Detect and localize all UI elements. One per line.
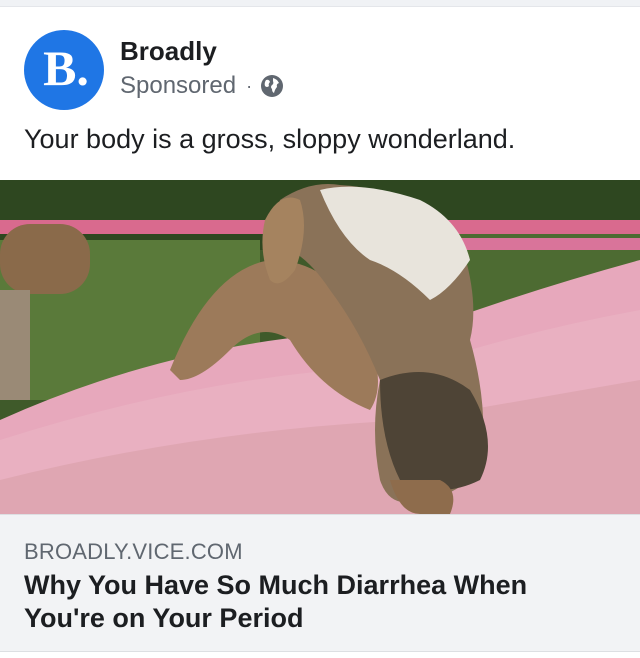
globe-icon [260, 74, 284, 98]
avatar[interactable]: B. [24, 30, 104, 110]
page-name[interactable]: Broadly [120, 36, 217, 67]
link-preview[interactable]: BROADLY.VICE.COM Why You Have So Much Di… [0, 514, 640, 652]
avatar-letter: B. [43, 40, 89, 96]
post-meta: Sponsored · [120, 72, 284, 100]
sponsored-label[interactable]: Sponsored [120, 72, 236, 100]
link-domain: BROADLY.VICE.COM [24, 539, 243, 564]
link-preview-image[interactable] [0, 180, 640, 514]
meta-separator: · [246, 75, 253, 96]
feed-divider [0, 0, 640, 7]
post-caption: Your body is a gross, sloppy wonderland. [24, 124, 516, 154]
link-headline[interactable]: Why You Have So Much Diarrhea When You'r… [24, 569, 614, 635]
